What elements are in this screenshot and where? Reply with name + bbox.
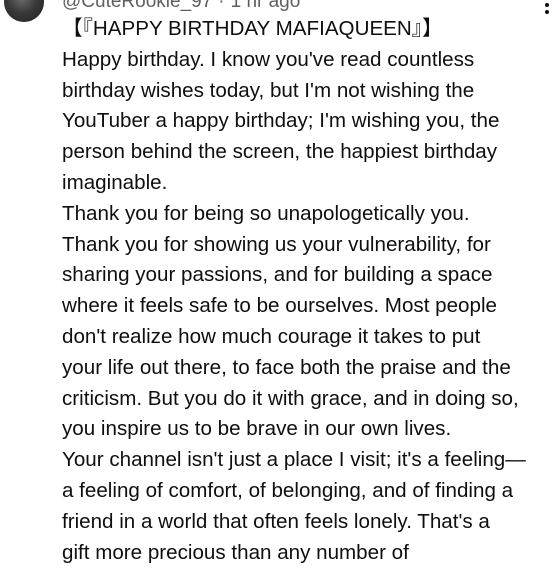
comment-line: person behind the screen, the happiest b…: [62, 140, 498, 164]
comment-line: criticism. But you do it with grace, and…: [62, 386, 519, 410]
comment-line: birthday wishes today, but I'm not wishi…: [62, 78, 475, 102]
comment-line: Thank you for being so unapologetically …: [62, 201, 470, 225]
comment-header: @CuteRookie_97 · 1 hr ago: [62, 0, 300, 13]
comment-title: 【『HAPPY BIRTHDAY MAFIAQUEEN』】: [62, 17, 443, 40]
comment-line: imaginable.: [62, 170, 168, 194]
comment-line: YouTuber a happy birthday; I'm wishing y…: [62, 109, 500, 133]
comment-line: you inspire us to be brave in our own li…: [62, 417, 452, 441]
comment-line: gift more precious than any number of: [62, 540, 409, 564]
comment-line: a feeling of comfort, of belonging, and …: [62, 478, 514, 502]
comment-line: Thank you for showing us your vulnerabil…: [62, 232, 491, 256]
comment-line: sharing your passions, and for building …: [62, 263, 493, 287]
comment-line: where it feels safe to be ourselves. Mos…: [62, 294, 497, 318]
comment-line: Your channel isn't just a place I visit;…: [62, 448, 526, 472]
kebab-dot: [545, 3, 549, 7]
comment-avatar[interactable]: [4, 0, 44, 22]
comment-timestamp[interactable]: 1 hr ago: [231, 0, 301, 12]
comment-line: your life out there, to face both the pr…: [62, 355, 511, 379]
comment-line: Happy birthday. I know you've read count…: [62, 47, 475, 71]
meta-separator: ·: [218, 0, 225, 12]
comment-author[interactable]: @CuteRookie_97: [62, 0, 212, 12]
comment-line: don't realize how much courage it takes …: [62, 324, 481, 348]
comment-body: 【『HAPPY BIRTHDAY MAFIAQUEEN』】 Happy birt…: [62, 14, 548, 568]
comment-line: friend in a world that often feels lonel…: [62, 509, 490, 533]
